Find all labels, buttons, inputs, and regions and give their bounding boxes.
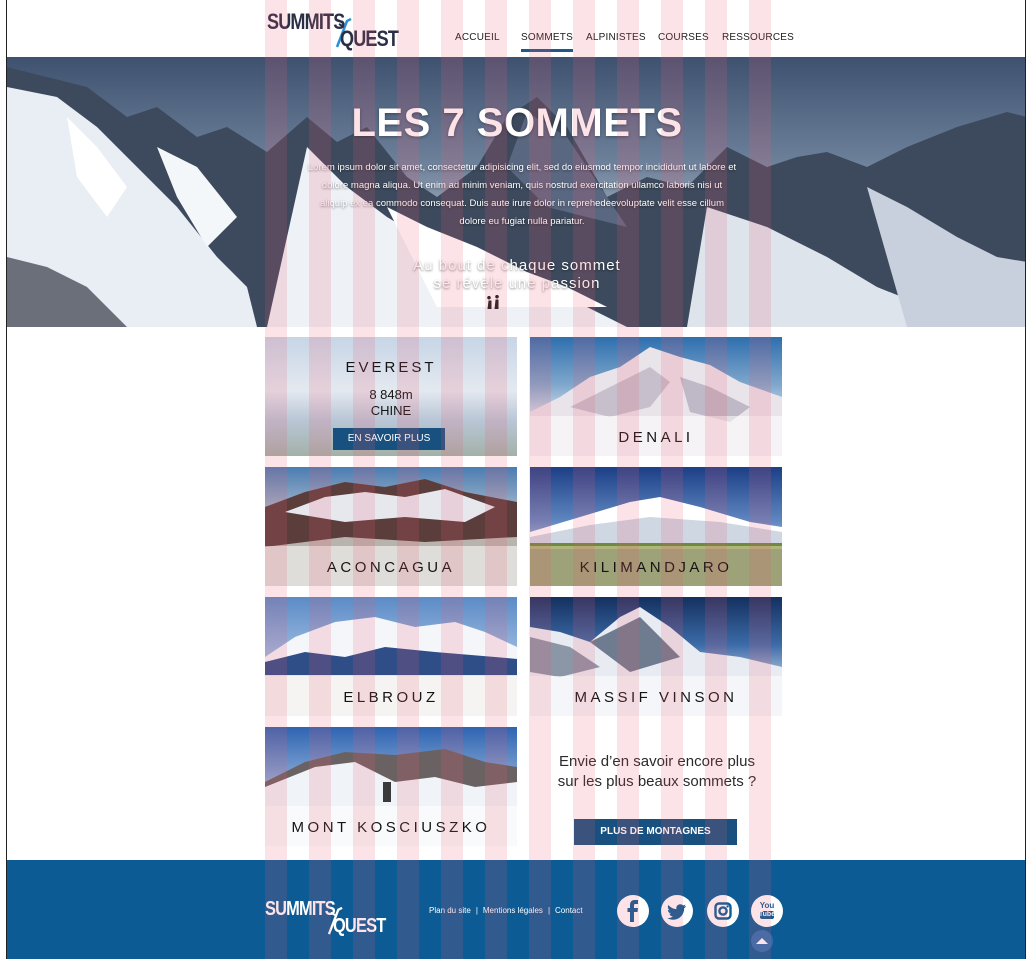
summit-card-everest[interactable]: EVEREST 8 848m CHINE EN SAVOIR PLUS — [265, 337, 517, 456]
site-header: SUMMITS QUEST ACCUEIL SOMMETS ALPINISTES… — [7, 0, 1025, 57]
youtube-label-bottom: Tube — [758, 911, 776, 918]
facebook-icon[interactable] — [617, 895, 649, 927]
footer-link-legal[interactable]: Mentions légales — [483, 906, 543, 915]
climbers-icon — [487, 295, 499, 309]
summit-name: ACONCAGUA — [326, 559, 456, 576]
summit-card-aconcagua[interactable]: ACONCAGUA — [265, 467, 517, 586]
promo-line-2: sur les plus beaux sommets ? — [557, 773, 757, 790]
summit-name: MONT KOSCIUSZKO — [291, 819, 491, 836]
hero-slogan-line-2: se révèle une passion — [433, 275, 601, 292]
footer-separator: | — [547, 906, 551, 915]
youtube-label-top: You — [759, 901, 775, 910]
site-logo[interactable]: SUMMITS QUEST — [267, 9, 399, 51]
summit-name: KILIMANDJARO — [579, 559, 733, 576]
summit-card-elbrouz[interactable]: ELBROUZ — [265, 597, 517, 716]
scroll-to-top-button[interactable] — [751, 930, 773, 952]
hero-banner: LES 7 SOMMETS Lorem ipsum dolor sit amet… — [7, 57, 1025, 327]
nav-accueil[interactable]: ACCUEIL — [455, 32, 500, 43]
everest-name: EVEREST — [345, 359, 437, 376]
more-mountains-button[interactable]: PLUS DE MONTAGNES — [574, 819, 737, 845]
summit-card-mont-kosciuszko[interactable]: MONT KOSCIUSZKO — [265, 727, 517, 846]
summit-name: ELBROUZ — [343, 689, 439, 706]
promo-text: Envie d’en savoir encore plus sur les pl… — [531, 752, 783, 792]
everest-altitude: 8 848m — [369, 387, 413, 402]
promo-line-1: Envie d’en savoir encore plus — [559, 753, 755, 770]
summit-name: MASSIF VINSON — [574, 689, 738, 706]
nav-sommets[interactable]: SOMMETS — [521, 32, 573, 52]
summit-name: DENALI — [618, 429, 694, 446]
arrow-up-icon — [756, 938, 768, 944]
logo-word-quest: QUEST — [340, 26, 399, 51]
logo-word-quest: QUEST — [333, 915, 386, 937]
hero-title: LES 7 SOMMETS — [351, 101, 683, 145]
footer-link-contact[interactable]: Contact — [555, 906, 583, 915]
site-footer: SUMMITS QUEST Plan du site | Mentions léga… — [7, 860, 1025, 959]
footer-separator: | — [475, 906, 478, 915]
learn-more-button[interactable]: EN SAVOIR PLUS — [333, 428, 445, 450]
footer-links: Plan du site | Mentions légales | Contact — [429, 906, 583, 915]
logo-word-summits: SUMMITS — [265, 898, 336, 920]
summit-card-kilimandjaro[interactable]: KILIMANDJARO — [530, 467, 782, 586]
youtube-icon[interactable]: You Tube — [751, 895, 783, 927]
hero-slogan: Au bout de chaque sommet se révèle une p… — [7, 257, 1025, 293]
nav-courses[interactable]: COURSES — [658, 32, 709, 43]
nav-ressources[interactable]: RESSOURCES — [722, 32, 794, 43]
hero-intro-text: Lorem ipsum dolor sit amet, consectetur … — [307, 162, 737, 227]
summit-card-denali[interactable]: DENALI — [530, 337, 782, 456]
nav-alpinistes[interactable]: ALPINISTES — [586, 32, 646, 43]
footer-link-sitemap[interactable]: Plan du site — [429, 906, 471, 915]
instagram-icon[interactable] — [707, 895, 739, 927]
twitter-icon[interactable] — [661, 895, 693, 927]
logo-word-summits: SUMMITS — [267, 9, 345, 34]
hero-slogan-line-1: Au bout de chaque sommet — [413, 257, 621, 274]
everest-country: CHINE — [370, 403, 412, 418]
footer-logo[interactable]: SUMMITS QUEST — [265, 898, 395, 938]
summit-card-massif-vinson[interactable]: MASSIF VINSON — [530, 597, 782, 716]
page-frame: SUMMITS QUEST ACCUEIL SOMMETS ALPINISTES… — [6, 0, 1026, 959]
